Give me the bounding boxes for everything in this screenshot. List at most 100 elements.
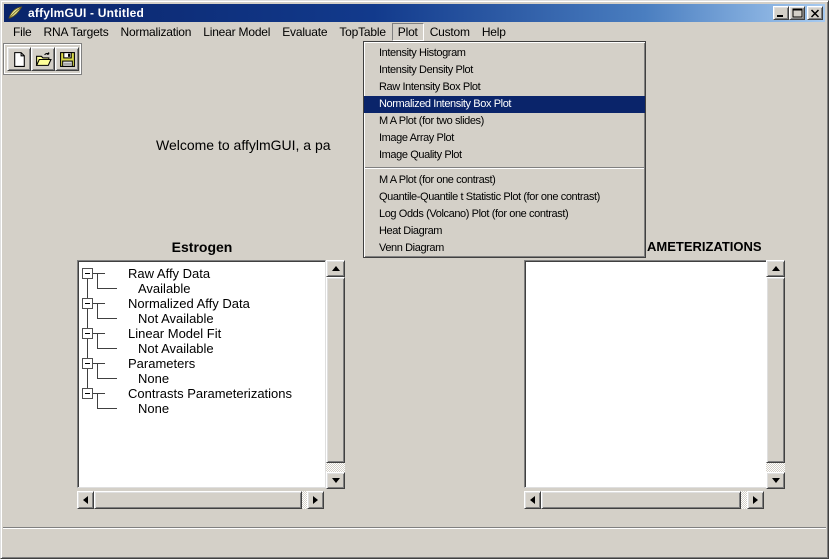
tree-node-label[interactable]: Contrasts Parameterizations xyxy=(128,386,292,401)
menu-bar: File RNA Targets Normalization Linear Mo… xyxy=(3,22,826,42)
scroll-down-button[interactable] xyxy=(326,472,345,489)
scroll-down-button[interactable] xyxy=(766,472,785,489)
tree-node-label[interactable]: Linear Model Fit xyxy=(128,326,221,341)
minimize-icon xyxy=(776,9,786,18)
collapse-toggle-icon[interactable] xyxy=(82,298,93,309)
tree-node-status[interactable]: None xyxy=(138,401,169,416)
maximize-button[interactable] xyxy=(789,6,805,20)
plot-menu-item-image-array-plot[interactable]: Image Array Plot xyxy=(364,130,645,147)
scrollbar-thumb[interactable] xyxy=(326,277,345,463)
menubar-item-evaluate[interactable]: Evaluate xyxy=(276,23,333,41)
tree-node-status[interactable]: Not Available xyxy=(138,311,214,326)
save-floppy-icon xyxy=(59,51,76,68)
scroll-left-button[interactable] xyxy=(524,491,541,509)
plot-menu-item-intensity-density-plot[interactable]: Intensity Density Plot xyxy=(364,62,645,79)
tree-line xyxy=(97,274,98,289)
contrasts-listbox[interactable] xyxy=(524,260,767,488)
tree-line xyxy=(93,363,105,364)
collapse-toggle-icon[interactable] xyxy=(82,328,93,339)
plot-menu-item-ma-plot-one-contrast[interactable]: M A Plot (for one contrast) xyxy=(364,172,645,189)
status-bar xyxy=(3,529,826,556)
app-window: affylmGUI - Untitled File RNA Targets No… xyxy=(0,0,829,559)
scroll-right-button[interactable] xyxy=(747,491,764,509)
plot-menu-item-normalized-intensity-box-plot[interactable]: Normalized Intensity Box Plot xyxy=(364,96,645,113)
tree-line xyxy=(93,333,105,334)
window-controls xyxy=(773,6,823,20)
new-file-button[interactable] xyxy=(7,47,31,71)
right-arrow-icon xyxy=(313,496,318,504)
title-bar[interactable]: affylmGUI - Untitled xyxy=(4,4,825,22)
up-arrow-icon xyxy=(332,266,340,271)
save-file-button[interactable] xyxy=(55,47,79,71)
tree-node-status[interactable]: Not Available xyxy=(138,341,214,356)
right-arrow-icon xyxy=(753,496,758,504)
menubar-item-file[interactable]: File xyxy=(7,23,38,41)
tree-line xyxy=(93,273,105,274)
menubar-item-custom[interactable]: Custom xyxy=(424,23,476,41)
plot-menu-item-venn-diagram[interactable]: Venn Diagram xyxy=(364,240,645,257)
tree-node-label[interactable]: Raw Affy Data xyxy=(128,266,210,281)
menubar-item-help[interactable]: Help xyxy=(476,23,512,41)
tree-line xyxy=(87,309,88,330)
scrollbar-thumb[interactable] xyxy=(94,491,302,509)
scrollbar-thumb[interactable] xyxy=(766,277,785,463)
collapse-toggle-icon[interactable] xyxy=(82,268,93,279)
tree-node-label[interactable]: Normalized Affy Data xyxy=(128,296,250,311)
new-file-icon xyxy=(11,51,28,68)
tree-line xyxy=(87,369,88,390)
up-arrow-icon xyxy=(772,266,780,271)
maximize-icon xyxy=(792,8,803,18)
menubar-item-plot[interactable]: Plot xyxy=(392,23,424,41)
scroll-up-button[interactable] xyxy=(326,260,345,277)
menubar-item-toptable[interactable]: TopTable xyxy=(333,23,391,41)
scroll-up-button[interactable] xyxy=(766,260,785,277)
window-title: affylmGUI - Untitled xyxy=(28,6,144,20)
close-button[interactable] xyxy=(807,6,823,20)
left-arrow-icon xyxy=(530,496,535,504)
tree-node-label[interactable]: Parameters xyxy=(128,356,195,371)
tree-line xyxy=(97,364,98,379)
tree-line xyxy=(97,304,98,319)
down-arrow-icon xyxy=(772,478,780,483)
tree-line xyxy=(97,348,117,349)
menubar-item-normalization[interactable]: Normalization xyxy=(115,23,198,41)
open-file-button[interactable] xyxy=(31,47,55,71)
open-folder-icon xyxy=(35,51,52,68)
right-horizontal-scrollbar[interactable] xyxy=(524,491,764,509)
tree-line xyxy=(87,339,88,360)
scrollbar-thumb[interactable] xyxy=(541,491,741,509)
right-panel-title: AMETERIZATIONS xyxy=(647,239,762,254)
collapse-toggle-icon[interactable] xyxy=(82,358,93,369)
tree-node-raw-affy-data: Raw Affy Data Available xyxy=(80,266,323,296)
status-tree: Raw Affy Data Available Normalized Affy … xyxy=(80,264,323,485)
tree-line xyxy=(93,393,105,394)
plot-menu-item-heat-diagram[interactable]: Heat Diagram xyxy=(364,223,645,240)
tree-node-status[interactable]: Available xyxy=(138,281,191,296)
menubar-item-rna-targets[interactable]: RNA Targets xyxy=(38,23,115,41)
status-tree-listbox[interactable]: Raw Affy Data Available Normalized Affy … xyxy=(77,260,326,488)
left-arrow-icon xyxy=(83,496,88,504)
scroll-right-button[interactable] xyxy=(307,491,324,509)
scroll-left-button[interactable] xyxy=(77,491,94,509)
tree-line xyxy=(87,279,88,300)
tree-node-contrasts-parameterizations: Contrasts Parameterizations None xyxy=(80,386,323,416)
minimize-button[interactable] xyxy=(773,6,789,20)
plot-menu-item-raw-intensity-box-plot[interactable]: Raw Intensity Box Plot xyxy=(364,79,645,96)
tree-line xyxy=(97,334,98,349)
plot-menu-item-qq-t-statistic-plot[interactable]: Quantile-Quantile t Statistic Plot (for … xyxy=(364,189,645,206)
plot-menu-item-ma-plot-two-slides[interactable]: M A Plot (for two slides) xyxy=(364,113,645,130)
left-vertical-scrollbar[interactable] xyxy=(326,260,345,489)
tree-line xyxy=(97,408,117,409)
tree-line xyxy=(93,303,105,304)
menubar-item-linear-model[interactable]: Linear Model xyxy=(197,23,276,41)
tree-node-status[interactable]: None xyxy=(138,371,169,386)
tree-node-linear-model-fit: Linear Model Fit Not Available xyxy=(80,326,323,356)
right-vertical-scrollbar[interactable] xyxy=(766,260,785,489)
plot-menu-item-intensity-histogram[interactable]: Intensity Histogram xyxy=(364,45,645,62)
left-horizontal-scrollbar[interactable] xyxy=(77,491,324,509)
collapse-toggle-icon[interactable] xyxy=(82,388,93,399)
plot-menu-item-volcano-plot[interactable]: Log Odds (Volcano) Plot (for one contras… xyxy=(364,206,645,223)
plot-menu-item-image-quality-plot[interactable]: Image Quality Plot xyxy=(364,147,645,164)
welcome-text: Welcome to affylmGUI, a pa xyxy=(156,137,331,153)
close-icon xyxy=(810,9,820,18)
